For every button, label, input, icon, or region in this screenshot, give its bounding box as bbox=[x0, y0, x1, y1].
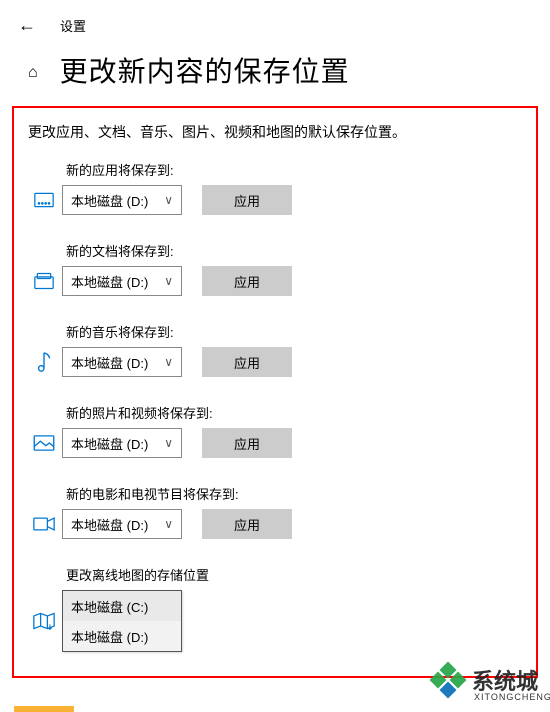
docs-apply-button[interactable]: 应用 bbox=[202, 266, 292, 296]
window-title: 设置 bbox=[60, 16, 86, 35]
movies-drive-value: 本地磁盘 (D:) bbox=[71, 515, 148, 534]
chevron-down-icon: ∨ bbox=[164, 436, 173, 450]
music-drive-value: 本地磁盘 (D:) bbox=[71, 353, 148, 372]
movies-label: 新的电影和电视节目将保存到: bbox=[66, 484, 526, 503]
chevron-down-icon: ∨ bbox=[164, 193, 173, 207]
watermark-sub: XITONGCHENG bbox=[474, 692, 550, 702]
section-music: 新的音乐将保存到: 本地磁盘 (D:) ∨ 应用 bbox=[26, 322, 526, 377]
movies-drive-select[interactable]: 本地磁盘 (D:) ∨ bbox=[62, 509, 182, 539]
section-photos: 新的照片和视频将保存到: 本地磁盘 (D:) ∨ 应用 bbox=[26, 403, 526, 458]
maps-drive-option-d[interactable]: 本地磁盘 (D:) bbox=[63, 621, 181, 651]
chevron-down-icon: ∨ bbox=[164, 355, 173, 369]
home-icon[interactable]: ⌂ bbox=[28, 64, 38, 82]
apps-label: 新的应用将保存到: bbox=[66, 160, 526, 179]
photo-icon bbox=[26, 435, 62, 451]
page-subtitle: 更改应用、文档、音乐、图片、视频和地图的默认保存位置。 bbox=[24, 122, 526, 142]
video-icon bbox=[26, 517, 62, 531]
section-maps: 更改离线地图的存储位置 本地磁盘 (C:) 本地磁盘 (D:) bbox=[26, 565, 526, 652]
photos-drive-select[interactable]: 本地磁盘 (D:) ∨ bbox=[62, 428, 182, 458]
music-icon bbox=[26, 351, 62, 373]
apps-drive-select[interactable]: 本地磁盘 (D:) ∨ bbox=[62, 185, 182, 215]
maps-label: 更改离线地图的存储位置 bbox=[66, 565, 526, 584]
chevron-down-icon: ∨ bbox=[164, 517, 173, 531]
music-apply-button[interactable]: 应用 bbox=[202, 347, 292, 377]
taskbar-fragment bbox=[14, 706, 74, 712]
section-docs: 新的文档将保存到: 本地磁盘 (D:) ∨ 应用 bbox=[26, 241, 526, 296]
photos-drive-value: 本地磁盘 (D:) bbox=[71, 434, 148, 453]
docs-label: 新的文档将保存到: bbox=[66, 241, 526, 260]
chevron-down-icon: ∨ bbox=[164, 274, 173, 288]
music-drive-select[interactable]: 本地磁盘 (D:) ∨ bbox=[62, 347, 182, 377]
maps-drive-dropdown-open: 本地磁盘 (C:) 本地磁盘 (D:) bbox=[62, 590, 182, 652]
movies-apply-button[interactable]: 应用 bbox=[202, 509, 292, 539]
maps-drive-option-c[interactable]: 本地磁盘 (C:) bbox=[63, 591, 181, 621]
docs-drive-select[interactable]: 本地磁盘 (D:) ∨ bbox=[62, 266, 182, 296]
back-button[interactable]: ← bbox=[18, 15, 36, 36]
photos-apply-button[interactable]: 应用 bbox=[202, 428, 292, 458]
apps-drive-value: 本地磁盘 (D:) bbox=[71, 191, 148, 210]
music-label: 新的音乐将保存到: bbox=[66, 322, 526, 341]
docs-drive-value: 本地磁盘 (D:) bbox=[71, 272, 148, 291]
map-icon bbox=[26, 612, 62, 630]
section-movies: 新的电影和电视节目将保存到: 本地磁盘 (D:) ∨ 应用 bbox=[26, 484, 526, 539]
maps-drive-dropdown-list: 本地磁盘 (C:) 本地磁盘 (D:) bbox=[62, 590, 182, 652]
section-apps: 新的应用将保存到: 本地磁盘 (D:) ∨ 应用 bbox=[26, 160, 526, 215]
apps-apply-button[interactable]: 应用 bbox=[202, 185, 292, 215]
photos-label: 新的照片和视频将保存到: bbox=[66, 403, 526, 422]
page-title: 更改新内容的保存位置 bbox=[60, 50, 350, 90]
highlighted-region: 更改应用、文档、音乐、图片、视频和地图的默认保存位置。 新的应用将保存到: 本地… bbox=[12, 106, 538, 678]
apps-icon bbox=[26, 192, 62, 208]
document-icon bbox=[26, 272, 62, 290]
